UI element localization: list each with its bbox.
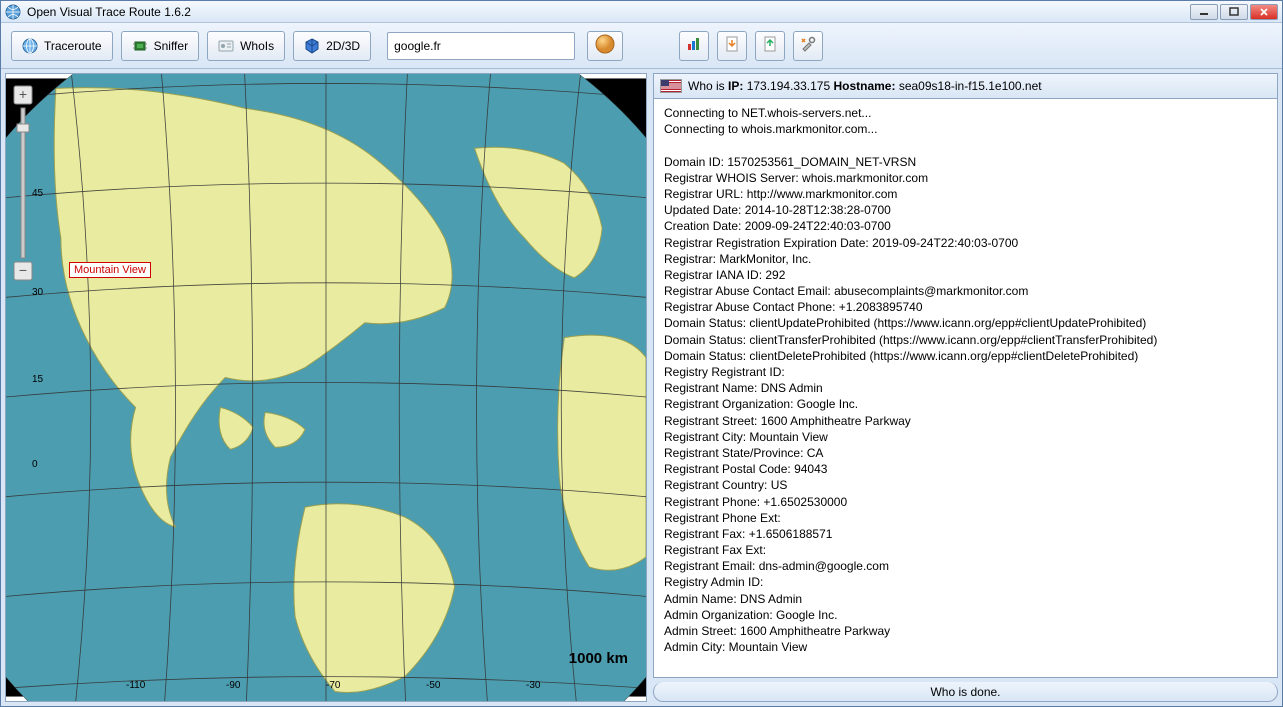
window-title: Open Visual Trace Route 1.6.2 — [27, 5, 1190, 19]
lat-label: 0 — [32, 459, 38, 470]
lat-label: 45 — [32, 188, 43, 199]
export-button[interactable] — [717, 31, 747, 61]
lon-label: -30 — [526, 680, 540, 691]
lat-label: 15 — [32, 374, 43, 385]
id-card-icon — [218, 38, 234, 54]
document-export-icon — [724, 36, 740, 55]
whois-button[interactable]: WhoIs — [207, 31, 285, 61]
globe-view[interactable] — [6, 74, 646, 701]
lon-label: -90 — [226, 680, 240, 691]
traceroute-label: Traceroute — [44, 39, 102, 53]
sphere-icon — [594, 33, 616, 58]
lat-label: 30 — [32, 287, 43, 298]
tools-icon — [800, 36, 816, 55]
close-button[interactable] — [1250, 4, 1278, 20]
whois-label: WhoIs — [240, 39, 274, 53]
whois-header: Who is IP: 173.194.33.175 Hostname: sea0… — [653, 73, 1278, 99]
view-toggle-label: 2D/3D — [326, 39, 360, 53]
sniffer-label: Sniffer — [154, 39, 188, 53]
content-area: +− Mountain View 1000 km 45 30 15 0 -110… — [1, 69, 1282, 706]
lon-label: -110 — [126, 680, 145, 691]
lon-label: -50 — [426, 680, 440, 691]
map-panel[interactable]: +− Mountain View 1000 km 45 30 15 0 -110… — [5, 73, 647, 702]
whois-status: Who is done. — [653, 682, 1278, 702]
view-toggle-button[interactable]: 2D/3D — [293, 31, 371, 61]
cube-icon — [304, 38, 320, 54]
toolbar: Traceroute Sniffer WhoIs 2D/3D — [1, 23, 1282, 69]
globe-icon — [22, 38, 38, 54]
titlebar[interactable]: Open Visual Trace Route 1.6.2 — [1, 1, 1282, 23]
import-button[interactable] — [755, 31, 785, 61]
app-window: Open Visual Trace Route 1.6.2 Traceroute… — [0, 0, 1283, 707]
svg-text:+: + — [19, 86, 27, 102]
minimize-button[interactable] — [1190, 4, 1218, 20]
whois-output[interactable]: Connecting to NET.whois-servers.net... C… — [653, 99, 1278, 678]
map-scale: 1000 km — [569, 650, 628, 667]
whois-panel: Who is IP: 173.194.33.175 Hostname: sea0… — [653, 73, 1278, 702]
chip-icon — [132, 38, 148, 54]
svg-text:−: − — [19, 262, 27, 278]
whois-header-text: Who is IP: 173.194.33.175 Hostname: sea0… — [688, 79, 1042, 93]
traceroute-button[interactable]: Traceroute — [11, 31, 113, 61]
sniffer-button[interactable]: Sniffer — [121, 31, 199, 61]
maximize-button[interactable] — [1220, 4, 1248, 20]
window-controls — [1190, 4, 1278, 20]
lon-label: -70 — [326, 680, 340, 691]
go-button[interactable] — [587, 31, 623, 61]
settings-button[interactable] — [793, 31, 823, 61]
zoom-slider[interactable]: +− — [12, 84, 34, 284]
map-marker-label: Mountain View — [69, 262, 151, 278]
us-flag-icon — [660, 79, 682, 93]
chart-button[interactable] — [679, 31, 709, 61]
document-import-icon — [762, 36, 778, 55]
chart-icon — [686, 36, 702, 55]
host-input[interactable] — [387, 32, 575, 60]
app-icon — [5, 4, 21, 20]
